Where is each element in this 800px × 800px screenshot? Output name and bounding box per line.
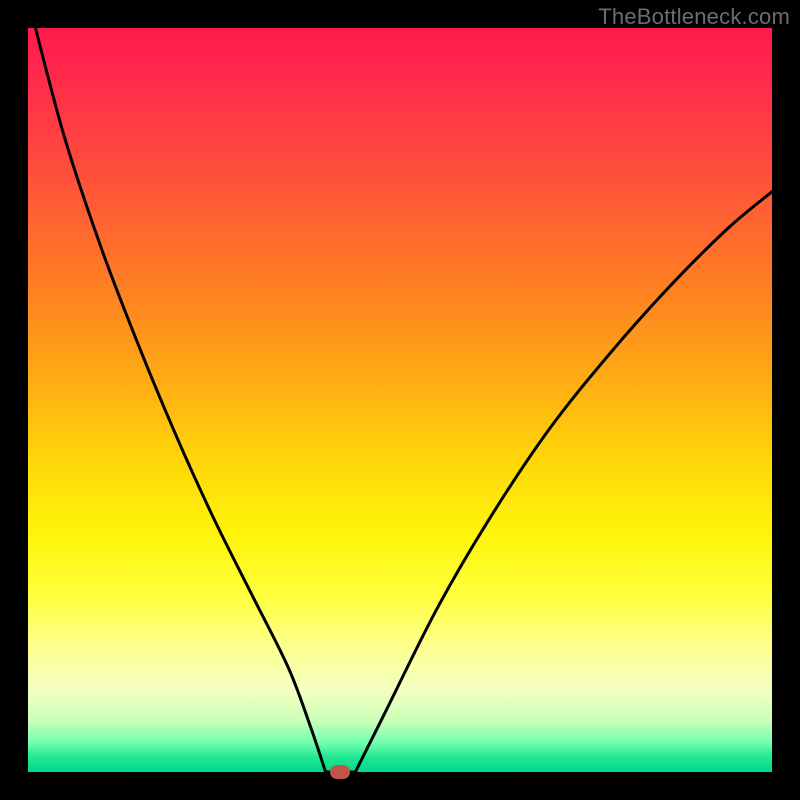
optimum-marker	[330, 765, 350, 779]
plot-area	[28, 28, 772, 772]
watermark-text: TheBottleneck.com	[598, 4, 790, 30]
chart-outer-frame: TheBottleneck.com	[0, 0, 800, 800]
bottleneck-curve	[28, 28, 772, 772]
